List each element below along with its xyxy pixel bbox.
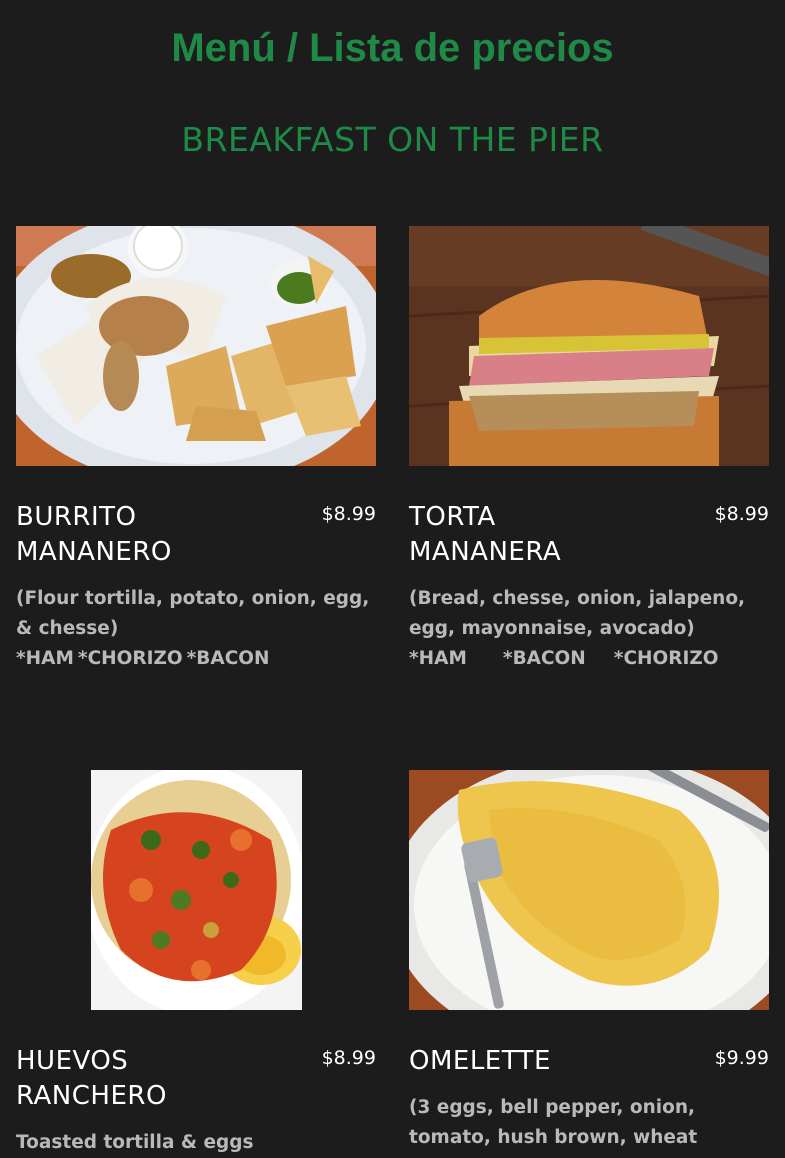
item-options: *HAM *BACON *CHORIZO xyxy=(409,644,779,674)
option-bacon: *BACON xyxy=(502,648,586,669)
desc-line1: (Flour tortilla, potato, onion, egg, xyxy=(16,588,370,609)
desc-line1: (3 eggs, bell pepper, onion, xyxy=(409,1097,696,1118)
desc-line2: egg, mayonnaise, avocado) xyxy=(409,618,695,639)
item-description: (Flour tortilla, potato, onion, egg, & c… xyxy=(16,584,386,674)
item-price: $8.99 xyxy=(714,503,769,525)
desc-line1: (Bread, chesse, onion, jalapeno, xyxy=(409,588,746,609)
section-title: BREAKFAST ON THE PIER xyxy=(181,120,604,159)
item-name: HUEVOS RANCHERO xyxy=(16,1044,296,1114)
option-chorizo: *CHORIZO xyxy=(77,648,183,669)
item-name-line1: TORTA xyxy=(409,502,496,532)
menu-item-burrito: BURRITO MANANERO $8.99 (Flour tortilla, … xyxy=(16,500,376,690)
item-options: *HAM *CHORIZO *BACON xyxy=(16,644,386,674)
desc-line2: & chesse) xyxy=(16,618,119,639)
item-name-line2: MANANERO xyxy=(16,537,172,567)
item-name-line1: OMELETTE xyxy=(409,1046,551,1076)
option-bacon: *BACON xyxy=(186,648,270,669)
menu-item-omelette: OMELETTE $9.99 (3 eggs, bell pepper, oni… xyxy=(409,1044,769,1148)
item-price: $8.99 xyxy=(321,503,376,525)
item-name: BURRITO MANANERO xyxy=(16,500,296,570)
item-name: TORTA MANANERA xyxy=(409,500,689,570)
page-title: Menú / Lista de precios xyxy=(171,26,614,70)
item-description: (3 eggs, bell pepper, onion, tomato, hus… xyxy=(409,1093,779,1153)
option-chorizo: *CHORIZO xyxy=(613,648,719,669)
huevos-photo xyxy=(91,770,302,1010)
item-name-line1: BURRITO xyxy=(16,502,137,532)
item-price: $8.99 xyxy=(321,1047,376,1069)
desc-line1: Toasted tortilla & eggs xyxy=(16,1132,254,1153)
item-description: (Bread, chesse, onion, jalapeno, egg, ma… xyxy=(409,584,779,674)
menu-item-huevos: HUEVOS RANCHERO $8.99 Toasted tortilla &… xyxy=(16,1044,376,1153)
item-price: $9.99 xyxy=(714,1047,769,1069)
item-name-line1: HUEVOS xyxy=(16,1046,129,1076)
item-name-line2: MANANERA xyxy=(409,537,562,567)
menu-item-torta: TORTA MANANERA $8.99 (Bread, chesse, oni… xyxy=(409,500,769,690)
item-name: OMELETTE xyxy=(409,1044,689,1079)
burrito-photo xyxy=(16,226,376,466)
omelette-photo xyxy=(409,770,769,1010)
item-name-line2: RANCHERO xyxy=(16,1081,167,1111)
option-ham: *HAM xyxy=(409,648,467,669)
item-description: Toasted tortilla & eggs xyxy=(16,1128,386,1158)
torta-photo xyxy=(409,226,769,466)
option-ham: *HAM xyxy=(16,648,74,669)
desc-line2: tomato, hush brown, wheat xyxy=(409,1127,698,1148)
